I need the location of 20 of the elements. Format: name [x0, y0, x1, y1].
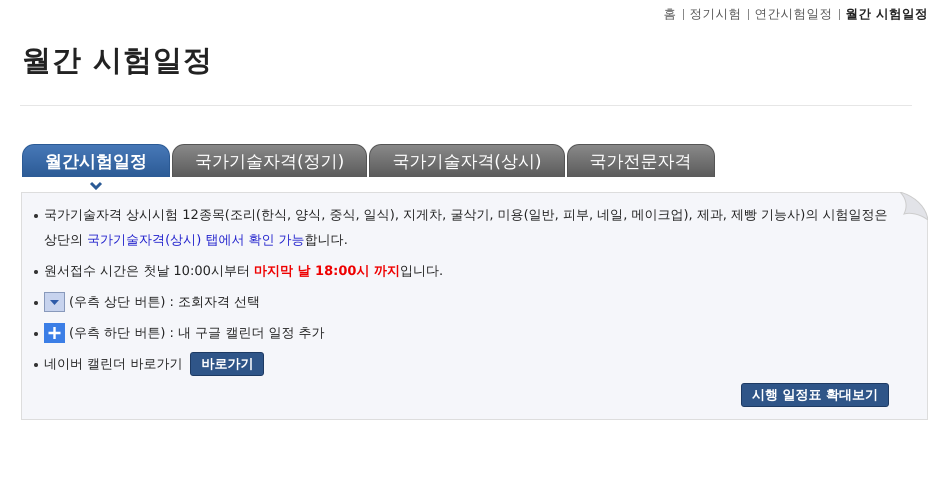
note-text: 국가기술자격 상시시험 12종목(조리(한식, 양식, 중식, 일식), 지게차, 굴삭기, 미용(일반, 피부, 네일, 메이크업), 제과, 제빵 기능사)의 시험일정은 상단의 국가기술자격(상시) 탭에서 확인 가능합니다.	[44, 207, 888, 250]
enlarge-schedule-button[interactable]: 시행 일정표 확대보기	[740, 383, 889, 407]
note-text: 원서접수 시간은 첫날 10:00시부터 마지막 날 18:00시 까지입니다.	[44, 263, 444, 281]
link[interactable]: 국가기술자격(상시) 탭에서 확인 가능	[87, 233, 305, 248]
chevron-down-icon	[89, 181, 103, 190]
tab[interactable]: 월간시험일정	[22, 144, 170, 177]
tab[interactable]: 국가기술자격(정기)	[172, 144, 368, 177]
shortcut-button[interactable]: 바로가기	[190, 352, 264, 376]
breadcrumb-link[interactable]: 월간 시험일정	[846, 6, 928, 23]
breadcrumb-link[interactable]: 연간시험일정	[754, 6, 833, 23]
plus-icon	[44, 323, 65, 344]
breadcrumb-link[interactable]: 정기시험	[690, 6, 742, 23]
note-text: 네이버 캘린더 바로가기 바로가기	[44, 352, 893, 377]
dropdown-icon	[44, 292, 65, 312]
note-text: (우측 상단 버튼) : 조회자격 선택	[44, 290, 893, 315]
breadcrumb-link[interactable]: 홈	[664, 6, 677, 23]
tab[interactable]: 국가기술자격(상시)	[369, 144, 565, 177]
note-text: (우측 하단 버튼) : 내 구글 캘린더 일정 추가	[44, 321, 893, 346]
page-title: 월간 시험일정	[22, 42, 214, 79]
tab[interactable]: 국가전문자격	[566, 144, 715, 177]
